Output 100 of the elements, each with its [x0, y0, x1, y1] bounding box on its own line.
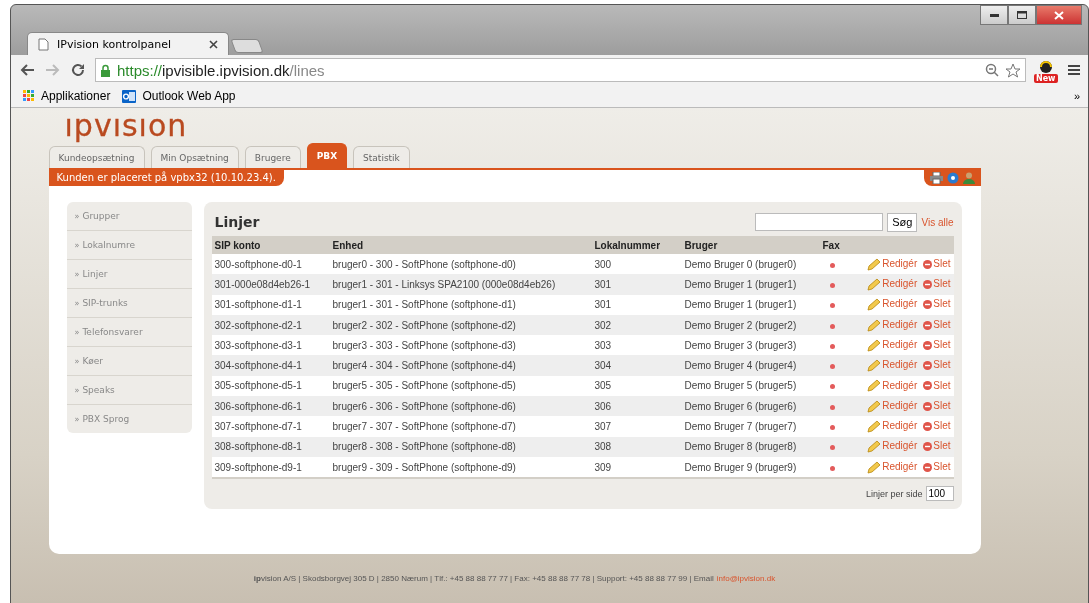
nav-tab[interactable]: Brugere — [244, 146, 301, 168]
edit-link[interactable]: Redigér — [882, 359, 918, 371]
table-cell: 307 — [594, 421, 612, 432]
pencil-icon[interactable] — [867, 359, 882, 373]
table-cell: 309-softphone-d9-1 — [214, 461, 302, 473]
nav-tab[interactable]: Min Opsætning — [150, 146, 239, 168]
table-cell: Demo Bruger 1 (bruger1) — [684, 299, 797, 311]
per-page-field[interactable]: 100 — [925, 486, 954, 502]
table-cell: 303-softphone-d3-1 — [214, 339, 302, 351]
pencil-icon[interactable] — [867, 298, 882, 312]
minimize-button[interactable] — [980, 5, 1008, 25]
reload-icon[interactable] — [71, 63, 85, 77]
column-header: Fax — [822, 239, 840, 251]
bookmark[interactable]: Applikationer — [23, 89, 111, 103]
close-icon[interactable] — [209, 39, 218, 49]
sidebar-item[interactable]: » Køer — [66, 347, 192, 376]
delete-link[interactable]: Slet — [933, 298, 951, 310]
edit-link[interactable]: Redigér — [882, 399, 918, 411]
address-bar[interactable]: https://ipvisible.ipvision.dk/lines — [95, 58, 1026, 82]
star-icon[interactable] — [1005, 62, 1021, 78]
edit-link[interactable]: Redigér — [882, 440, 918, 452]
zoom-icon[interactable] — [985, 63, 999, 77]
page-icon — [38, 37, 49, 51]
maximize-button[interactable] — [1008, 5, 1036, 25]
pencil-icon[interactable] — [867, 257, 882, 271]
table-cell: bruger9 - 309 - SoftPhone (softphone-d9) — [332, 461, 516, 473]
printer-icon[interactable] — [929, 172, 943, 184]
pencil-icon[interactable] — [867, 440, 882, 454]
delete-icon[interactable] — [923, 442, 933, 452]
pencil-icon[interactable] — [867, 460, 882, 474]
edit-link[interactable]: Redigér — [882, 460, 918, 472]
browser-tab[interactable]: IPvision kontrolpanel — [27, 32, 229, 55]
minimize-icon — [989, 13, 999, 17]
delete-icon[interactable] — [923, 279, 933, 289]
new-tab-button[interactable] — [230, 39, 264, 53]
sidebar-item[interactable]: » Telefonsvarer — [66, 318, 192, 347]
panel-title: Linjer — [213, 214, 260, 230]
delete-link[interactable]: Slet — [933, 257, 951, 269]
email-link[interactable]: info@ipvision.dk — [716, 574, 776, 583]
menu-icon[interactable] — [1068, 64, 1080, 76]
table-cell: 300-softphone-d0-1 — [214, 258, 302, 270]
delete-link[interactable]: Slet — [933, 420, 951, 432]
sidebar-item[interactable]: » Speaks — [66, 376, 192, 405]
table-cell: Demo Bruger 1 (bruger1) — [684, 278, 797, 290]
pencil-icon[interactable] — [867, 338, 882, 352]
pencil-icon[interactable] — [867, 420, 882, 433]
bookmark[interactable]: Outlook Web App — [122, 89, 236, 103]
delete-link[interactable]: Slet — [933, 379, 951, 391]
sidebar-item[interactable]: » Lokalnumre — [66, 231, 192, 260]
delete-icon[interactable] — [923, 340, 933, 350]
back-icon[interactable] — [19, 63, 35, 77]
table-cell: Demo Bruger 4 (bruger4) — [684, 360, 797, 372]
more-bookmarks-button[interactable]: » — [1073, 90, 1080, 102]
pencil-icon[interactable] — [867, 277, 882, 291]
user-icon[interactable] — [962, 172, 975, 184]
edit-link[interactable]: Redigér — [882, 420, 918, 432]
close-button[interactable] — [1036, 5, 1082, 25]
sidebar-item[interactable]: » Linjer — [66, 260, 192, 289]
delete-icon[interactable] — [923, 300, 933, 310]
delete-icon[interactable] — [923, 462, 933, 472]
nav-tab[interactable]: PBX — [306, 143, 348, 168]
edit-link[interactable]: Redigér — [882, 379, 918, 391]
edit-link[interactable]: Redigér — [882, 257, 918, 269]
edit-link[interactable]: Redigér — [882, 278, 918, 290]
pencil-icon[interactable] — [867, 379, 882, 393]
delete-link[interactable]: Slet — [933, 338, 951, 350]
nav-tab[interactable]: Statistik — [353, 146, 410, 168]
sidebar-item[interactable]: » Grupper — [66, 202, 192, 231]
extension-button[interactable]: New — [1036, 57, 1058, 83]
table-cell: Demo Bruger 0 (bruger0) — [684, 258, 797, 270]
table-cell: 308 — [594, 441, 612, 453]
delete-icon[interactable] — [923, 401, 933, 411]
nav-tab[interactable]: Kundeopsætning — [48, 146, 145, 168]
delete-link[interactable]: Slet — [933, 399, 951, 411]
delete-icon[interactable] — [923, 259, 933, 269]
table-cell: Demo Bruger 5 (bruger5) — [684, 380, 797, 392]
show-all-link[interactable]: Vis alle — [921, 216, 954, 228]
table-cell: bruger8 - 308 - SoftPhone (softphone-d8) — [332, 441, 516, 453]
table-cell: Demo Bruger 9 (bruger9) — [684, 461, 797, 473]
sidebar-item[interactable]: » PBX Sprog — [66, 405, 192, 433]
sidebar-item[interactable]: » SIP-trunks — [66, 289, 192, 318]
edit-link[interactable]: Redigér — [882, 318, 918, 330]
edit-link[interactable]: Redigér — [882, 338, 918, 350]
table-cell: bruger6 - 306 - SoftPhone (softphone-d6) — [332, 400, 516, 412]
delete-icon[interactable] — [923, 422, 933, 431]
delete-icon[interactable] — [923, 381, 933, 391]
delete-link[interactable]: Slet — [933, 359, 951, 371]
pencil-icon[interactable] — [867, 399, 882, 413]
delete-link[interactable]: Slet — [933, 460, 951, 472]
delete-icon[interactable] — [923, 361, 933, 371]
search-button[interactable]: Søg — [887, 212, 918, 232]
column-header: SIP konto — [214, 239, 261, 251]
delete-link[interactable]: Slet — [933, 278, 951, 290]
pencil-icon[interactable] — [867, 318, 882, 332]
search-field[interactable] — [755, 213, 884, 231]
delete-link[interactable]: Slet — [933, 318, 951, 330]
delete-icon[interactable] — [923, 320, 933, 330]
edit-link[interactable]: Redigér — [882, 298, 918, 310]
table-cell: Demo Bruger 6 (bruger6) — [684, 400, 797, 412]
delete-link[interactable]: Slet — [933, 440, 951, 452]
